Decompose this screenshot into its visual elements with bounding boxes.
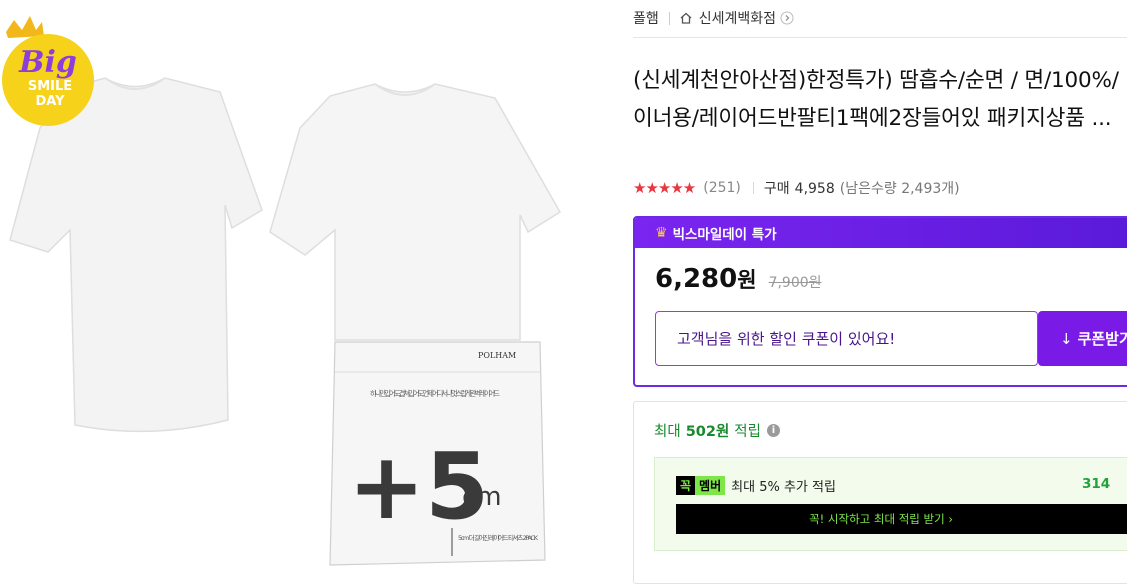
product-image[interactable]: POLHAM 하나만 입어도, 겹쳐 입어도, 언제 어디서나 멋스럽게 완벽 … [0, 0, 600, 584]
purchase-label: 구매 [763, 181, 790, 197]
pouch-unit: cm [462, 482, 502, 512]
big-smile-day-badge: Big SMILE DAY [2, 16, 94, 126]
purchase-info: 구매 4,958 [764, 178, 835, 198]
reward-suffix: 적립 [734, 424, 761, 440]
crown-icon: ♛ [655, 225, 668, 241]
brand-link[interactable]: 폴햄 [633, 8, 659, 28]
crown-icon [6, 16, 44, 38]
reward-amount: 502원 [685, 424, 730, 440]
coupon-button-label: 쿠폰받기 [1077, 330, 1127, 348]
sale-price: 6,280 [655, 264, 738, 294]
member-box: 꼭 멤버 최대 5% 추가 적립 314 꼭! 시작하고 최대 적립 받기 › [654, 457, 1127, 551]
star-rating: ★★★★★ [633, 179, 696, 197]
reward-prefix: 최대 [654, 424, 681, 440]
coupon-message: 고객님을 위한 할인 쿠폰이 있어요! [655, 311, 1038, 366]
download-icon: ↓ [1060, 329, 1073, 348]
original-price: 7,900원 [768, 275, 822, 291]
tshirt-back [9, 77, 263, 433]
rating-divider [752, 182, 754, 194]
reward-line: 최대 502원 적립 i [654, 420, 780, 441]
member-signup-button[interactable]: 꼭! 시작하고 최대 적립 받기 › [676, 504, 1127, 534]
pouch-brand: POLHAM [478, 351, 516, 360]
member-text: 최대 5% 추가 적립 [731, 480, 836, 495]
member-logo-b: 멤버 [695, 476, 726, 495]
badge-smile-text: SMILE [28, 79, 72, 94]
reward-box: 최대 502원 적립 i 꼭 멤버 최대 5% 추가 적립 314 꼭! 시작하고… [633, 401, 1127, 584]
rating-row: ★★★★★ (251) 구매 4,958 (남은수량 2,493개) [633, 177, 960, 199]
package-pouch: POLHAM 하나만 입어도, 겹쳐 입어도, 언제 어디서나 멋스럽게 완벽 … [329, 341, 546, 566]
badge-big-text: Big [18, 45, 77, 80]
coupon-download-button[interactable]: ↓ 쿠폰받기 [1038, 311, 1127, 366]
price-row: 6,280 원 7,900원 [655, 264, 822, 294]
deal-label: 빅스마일데이 특가 [672, 227, 777, 243]
remaining-stock: (남은수량 2,493개) [839, 181, 960, 197]
pouch-note: 하나만 입어도, 겹쳐 입어도, 언제 어디서나 멋스럽게 완벽 레이어드 [370, 388, 500, 398]
brand-divider [668, 11, 670, 25]
review-count[interactable]: (251) [703, 180, 741, 196]
top-divider [633, 37, 1127, 38]
tshirt-front [269, 83, 562, 341]
store-link[interactable]: 신세계백화점 [699, 8, 776, 28]
deal-header: ♛ 빅스마일데이 특가 [635, 218, 1127, 248]
price-unit: 원 [737, 268, 757, 292]
product-title: (신세계천안아산점)한정특가) 땀흡수/순면 / 면/100%/이너용/레이어드… [633, 68, 1119, 131]
info-icon[interactable]: i [766, 424, 780, 437]
badge-day-text: DAY [35, 94, 65, 109]
purchase-count: 4,958 [794, 181, 835, 197]
deal-box: ♛ 빅스마일데이 특가 6,280 원 7,900원 고객님을 위한 할인 쿠폰… [633, 216, 1127, 387]
pouch-caption: 5cm 더 길어진 레이어드 티셔츠 2PACK [458, 533, 539, 542]
home-icon [680, 12, 692, 24]
chevron-right-icon[interactable] [780, 11, 794, 25]
brand-row: 폴햄 신세계백화점 [633, 8, 794, 28]
member-logo-a: 꼭 [676, 476, 696, 495]
member-amount: 314 [1082, 476, 1111, 492]
member-row: 꼭 멤버 최대 5% 추가 적립 [676, 476, 836, 495]
